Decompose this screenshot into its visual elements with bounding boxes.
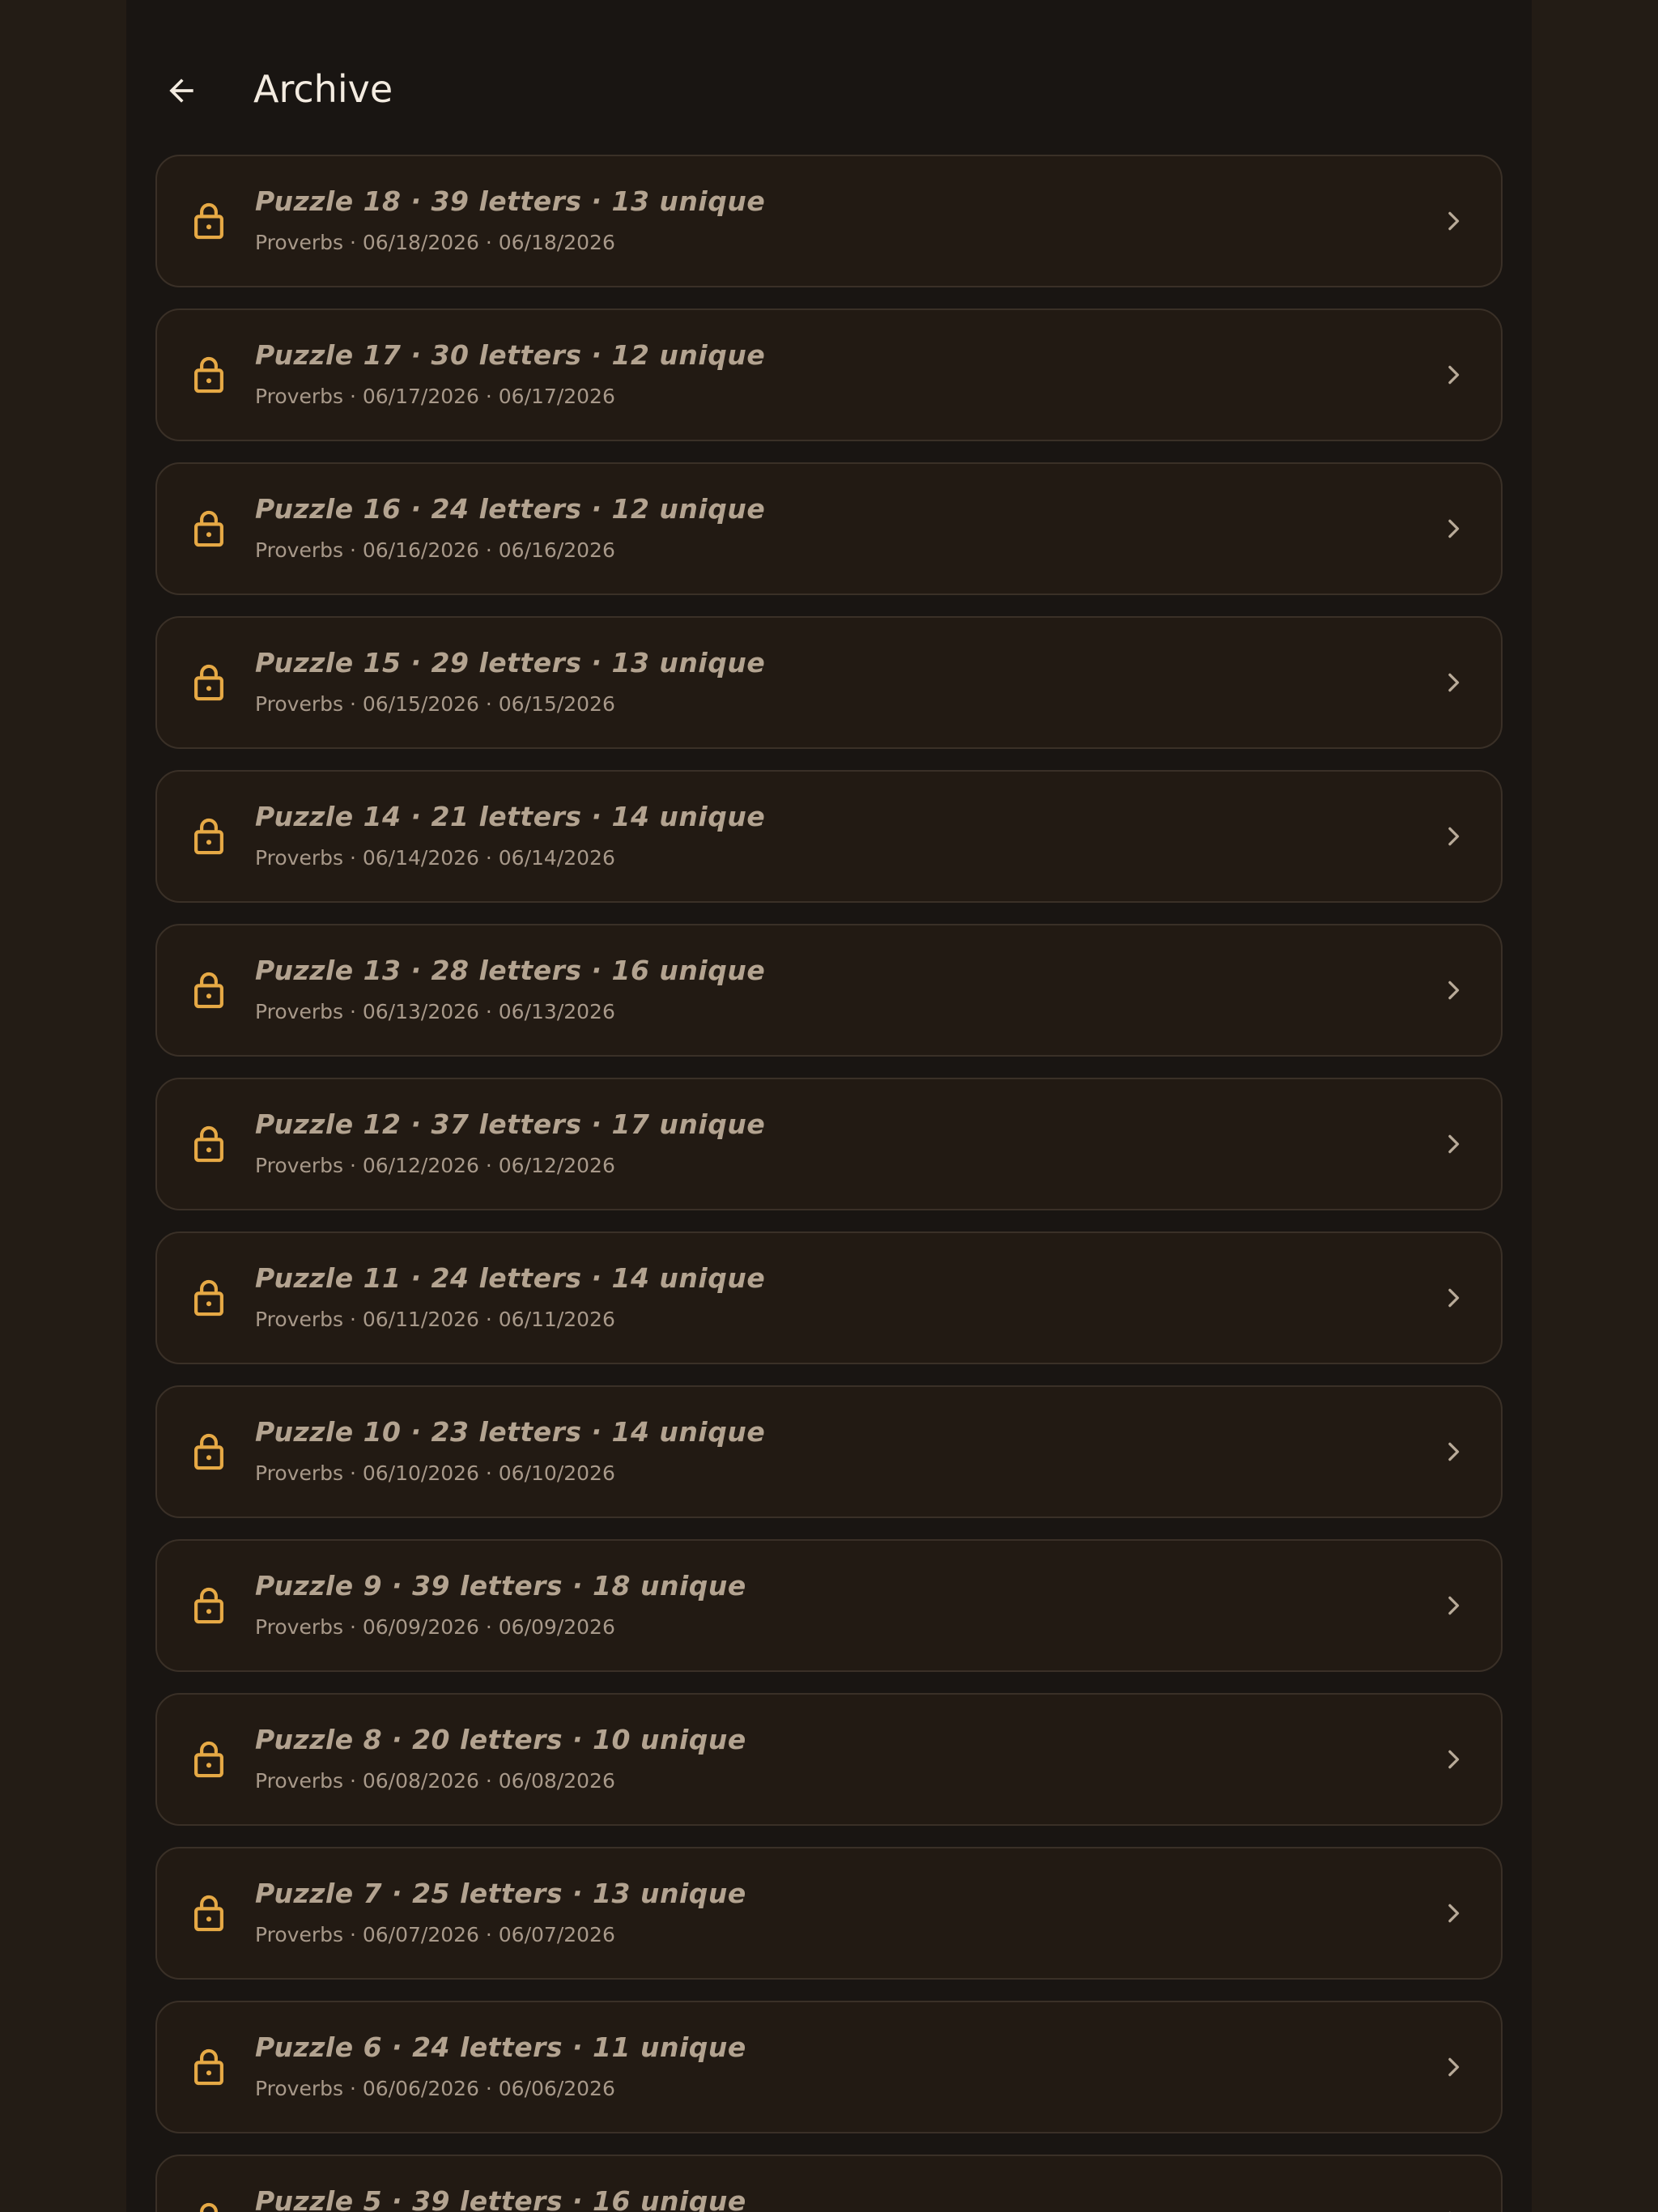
puzzle-title: Puzzle 7 · 25 letters · 13 unique — [255, 1878, 746, 1909]
puzzle-list-item[interactable]: Puzzle 7 · 25 letters · 13 unique Proverb… — [155, 1847, 1503, 1980]
puzzle-title: Puzzle 9 · 39 letters · 18 unique — [255, 1570, 746, 1602]
puzzle-subtitle: Proverbs · 06/15/2026 · 06/15/2026 — [255, 692, 615, 716]
puzzle-list-item[interactable]: Puzzle 11 · 24 letters · 14 unique Prover… — [155, 1231, 1503, 1364]
chevron-right-icon — [1448, 519, 1460, 538]
chevron-right-icon — [1448, 1904, 1460, 1923]
chevron-right-icon — [1448, 365, 1460, 385]
puzzle-list: Puzzle 18 · 39 letters · 13 unique Prover… — [155, 155, 1503, 2212]
chevron-right-icon — [1449, 2211, 1451, 2212]
top-app-bar: Archive — [126, 0, 1532, 154]
chevron-right-icon — [1448, 1442, 1460, 1461]
lock-open-icon — [194, 1741, 223, 1778]
chevron-right-icon — [1448, 1134, 1460, 1154]
puzzle-list-item[interactable]: Puzzle 5 · 39 letters · 16 uniqueClassic… — [155, 2155, 1503, 2212]
back-button[interactable] — [155, 65, 207, 117]
puzzle-subtitle: Proverbs · 06/17/2026 · 06/17/2026 — [255, 385, 615, 408]
puzzle-subtitle: Proverbs · 06/12/2026 · 06/12/2026 — [255, 1154, 615, 1177]
lock-open-icon — [194, 1125, 223, 1163]
lock-open-icon — [194, 1279, 223, 1317]
lock-open-icon — [200, 2202, 218, 2212]
puzzle-subtitle: Proverbs · 06/13/2026 · 06/13/2026 — [255, 1000, 615, 1023]
puzzle-list-item[interactable]: Puzzle 6 · 24 letters · 11 unique Proverb… — [155, 2001, 1503, 2133]
puzzle-title: Puzzle 16 · 24 letters · 12 unique — [255, 493, 766, 525]
lock-open-icon — [194, 818, 223, 855]
chevron-right-icon — [1448, 2057, 1460, 2077]
lock-open-icon — [194, 1587, 223, 1624]
puzzle-list-item[interactable]: Puzzle 16 · 24 letters · 12 unique Prover… — [155, 462, 1503, 595]
chevron-right-icon — [1448, 981, 1460, 1000]
puzzle-subtitle: Proverbs · 06/08/2026 · 06/08/2026 — [255, 1769, 615, 1793]
puzzle-subtitle: Proverbs · 06/07/2026 · 06/07/2026 — [255, 1923, 615, 1946]
lock-open-icon — [194, 1433, 223, 1470]
puzzle-title: Puzzle 17 · 30 letters · 12 unique — [255, 339, 766, 371]
lock-open-icon — [194, 202, 223, 240]
arrow-left-icon — [169, 79, 193, 103]
chevron-right-icon — [1448, 1288, 1460, 1308]
puzzle-subtitle: Proverbs · 06/09/2026 · 06/09/2026 — [255, 1615, 615, 1639]
puzzle-title: Puzzle 11 · 24 letters · 14 unique — [255, 1262, 766, 1294]
puzzle-title: Puzzle 8 · 20 letters · 10 unique — [255, 1724, 746, 1755]
page-title: Archive — [253, 67, 393, 111]
lock-open-icon — [194, 1895, 223, 1932]
puzzle-list-item[interactable]: Puzzle 13 · 28 letters · 16 unique Prover… — [155, 924, 1503, 1057]
lock-open-icon — [194, 664, 223, 701]
puzzle-subtitle: Proverbs · 06/14/2026 · 06/14/2026 — [255, 846, 615, 870]
puzzle-list-item[interactable]: Puzzle 12 · 37 letters · 17 unique Prover… — [155, 1078, 1503, 1210]
puzzle-subtitle: Proverbs · 06/10/2026 · 06/10/2026 — [255, 1461, 615, 1485]
puzzle-title: Puzzle 14 · 21 letters · 14 unique — [255, 801, 766, 832]
puzzle-title: Puzzle 6 · 24 letters · 11 unique — [255, 2031, 746, 2063]
puzzle-list-item[interactable]: Puzzle 10 · 23 letters · 14 unique Prover… — [155, 1385, 1503, 1518]
puzzle-list-item[interactable]: Puzzle 18 · 39 letters · 13 unique Prover… — [155, 155, 1503, 287]
puzzle-title: Puzzle 10 · 23 letters · 14 unique — [255, 1416, 766, 1448]
puzzle-title: Puzzle 15 · 29 letters · 13 unique — [255, 647, 766, 678]
lock-open-icon — [194, 510, 223, 547]
puzzle-title: Puzzle 12 · 37 letters · 17 unique — [255, 1108, 766, 1140]
puzzle-subtitle: Proverbs · 06/06/2026 · 06/06/2026 — [255, 2077, 615, 2100]
puzzle-subtitle: Proverbs · 06/18/2026 · 06/18/2026 — [255, 231, 615, 254]
archive-panel: Archive Puzzle 18 · 39 letters · 13 uniq… — [126, 0, 1532, 2212]
chevron-right-icon — [1448, 1596, 1460, 1615]
puzzle-list-item[interactable]: Puzzle 8 · 20 letters · 10 unique Proverb… — [155, 1693, 1503, 1826]
chevron-right-icon — [1448, 827, 1460, 846]
chevron-right-icon — [1448, 1750, 1460, 1769]
chevron-right-icon — [1448, 673, 1460, 692]
puzzle-subtitle: Proverbs · 06/16/2026 · 06/16/2026 — [255, 538, 615, 562]
puzzle-list-item[interactable]: Puzzle 9 · 39 letters · 18 unique Proverb… — [155, 1539, 1503, 1672]
puzzle-title: Puzzle 18 · 39 letters · 13 unique — [255, 185, 766, 217]
puzzle-title: Puzzle 13 · 28 letters · 16 unique — [255, 955, 766, 986]
puzzle-subtitle: Proverbs · 06/11/2026 · 06/11/2026 — [255, 1308, 615, 1331]
puzzle-list-item[interactable]: Puzzle 15 · 29 letters · 13 unique Prover… — [155, 616, 1503, 749]
lock-open-icon — [194, 2048, 223, 2086]
puzzle-title: Puzzle 5 · 39 letters · 16 unique — [255, 2185, 746, 2212]
puzzle-list-item[interactable]: Puzzle 17 · 30 letters · 12 unique Prover… — [155, 308, 1503, 441]
puzzle-list-item[interactable]: Puzzle 14 · 21 letters · 14 unique Prover… — [155, 770, 1503, 903]
lock-open-icon — [194, 972, 223, 1009]
chevron-right-icon — [1448, 211, 1460, 231]
lock-open-icon — [194, 356, 223, 393]
